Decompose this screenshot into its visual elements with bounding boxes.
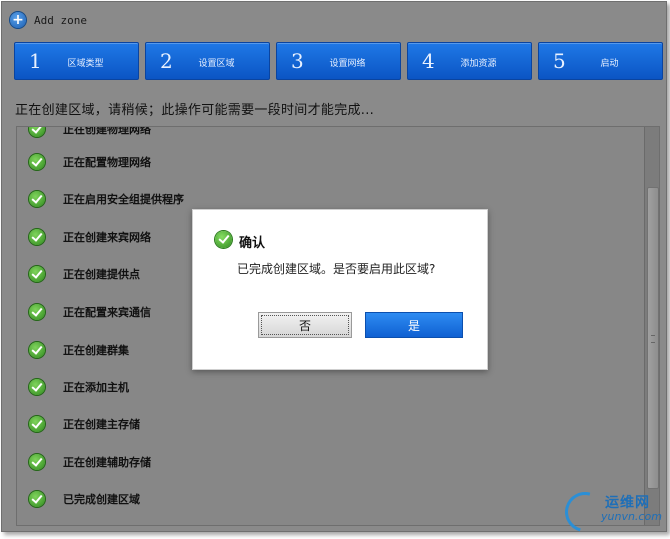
list-item: 正在创建主存储 [29, 413, 140, 435]
progress-item-label: 正在创建来宾网络 [63, 231, 151, 244]
step-launch[interactable]: 5 启动 [538, 42, 663, 80]
step-add-resources[interactable]: 4 添加资源 [407, 42, 532, 80]
check-icon [29, 127, 45, 137]
step-label: 区域类型 [67, 59, 104, 69]
step-label: 启动 [600, 59, 619, 69]
progress-item-label: 正在创建主存储 [63, 418, 140, 431]
progress-item-label: 已完成创建区域 [63, 493, 140, 506]
watermark-cn: 运维网 [605, 495, 650, 511]
list-item: 正在添加主机 [29, 376, 129, 398]
check-icon [29, 491, 45, 507]
list-item: 已完成创建区域 [29, 488, 140, 510]
list-item: 正在创建物理网络 [29, 126, 151, 140]
list-item: 正在启用安全组提供程序 [29, 188, 184, 210]
list-item: 正在创建提供点 [29, 263, 140, 285]
check-icon [29, 342, 45, 358]
check-icon [29, 454, 45, 470]
list-item: 正在创建辅助存储 [29, 451, 151, 473]
step-zone-type[interactable]: 1 区域类型 [14, 42, 139, 80]
step-setup-network[interactable]: 3 设置网络 [276, 42, 401, 80]
list-item: 正在创建来宾网络 [29, 226, 151, 248]
list-item: 正在创建群集 [29, 339, 129, 361]
confirm-dialog: 确认 已完成创建区域。是否要启用此区域? 否 是 [192, 209, 488, 370]
check-icon [29, 266, 45, 282]
progress-item-label: 正在创建物理网络 [63, 126, 151, 136]
add-zone-wizard: + Add zone 1 区域类型 2 设置区域 3 设置网络 4 添加资源 5… [1, 1, 667, 532]
dialog-message: 已完成创建区域。是否要启用此区域? [237, 262, 436, 276]
progress-item-label: 正在启用安全组提供程序 [63, 193, 184, 206]
check-icon [29, 191, 45, 207]
wizard-header: + Add zone [10, 12, 87, 28]
progress-item-label: 正在添加主机 [63, 381, 129, 394]
progress-item-label: 正在创建辅助存储 [63, 456, 151, 469]
progress-item-label: 正在配置物理网络 [63, 156, 151, 169]
progress-item-label: 正在配置来宾通信 [63, 306, 151, 319]
creation-status-text: 正在创建区域，请稍候；此操作可能需要一段时间才能完成... [15, 103, 375, 118]
check-icon [29, 154, 45, 170]
check-icon [29, 416, 45, 432]
grip-icon [651, 335, 655, 343]
list-item: 正在配置物理网络 [29, 151, 151, 173]
check-icon [29, 304, 45, 320]
yes-button[interactable]: 是 [365, 312, 463, 338]
check-icon [215, 231, 232, 248]
add-zone-icon: + [10, 12, 26, 28]
check-icon [29, 379, 45, 395]
no-button[interactable]: 否 [258, 312, 352, 338]
watermark-en: yunvn.com [601, 510, 662, 523]
step-label: 设置网络 [329, 59, 366, 69]
list-scrollbar[interactable] [644, 127, 659, 525]
step-label: 设置区域 [198, 59, 235, 69]
step-setup-zone[interactable]: 2 设置区域 [145, 42, 270, 80]
dialog-title: 确认 [239, 236, 266, 251]
list-item: 正在配置来宾通信 [29, 301, 151, 323]
check-icon [29, 229, 45, 245]
progress-item-label: 正在创建群集 [63, 344, 129, 357]
wizard-steps: 1 区域类型 2 设置区域 3 设置网络 4 添加资源 5 启动 [14, 42, 664, 80]
step-label: 添加资源 [460, 59, 497, 69]
wizard-title: Add zone [34, 13, 87, 27]
scrollbar-thumb[interactable] [647, 187, 659, 489]
progress-item-label: 正在创建提供点 [63, 268, 140, 281]
site-watermark: 运维网 yunvn.com [557, 484, 665, 539]
